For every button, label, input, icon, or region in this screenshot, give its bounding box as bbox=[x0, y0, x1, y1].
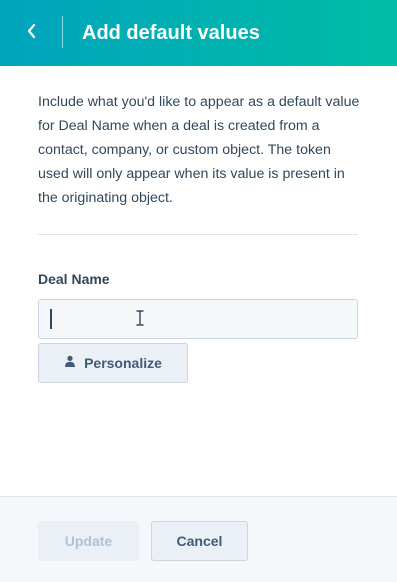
personalize-button[interactable]: Personalize bbox=[38, 343, 188, 383]
cancel-button[interactable]: Cancel bbox=[151, 521, 248, 561]
default-values-panel: Add default values Include what you'd li… bbox=[0, 0, 397, 582]
panel-footer: Update Cancel bbox=[0, 496, 397, 582]
section-divider bbox=[38, 234, 358, 235]
panel-title: Add default values bbox=[82, 22, 260, 44]
update-label: Update bbox=[64, 533, 113, 549]
panel-header: Add default values bbox=[0, 0, 397, 66]
deal-name-input[interactable] bbox=[38, 299, 358, 339]
personalize-label: Personalize bbox=[84, 355, 162, 371]
text-caret bbox=[50, 309, 52, 329]
cancel-label: Cancel bbox=[176, 533, 223, 549]
person-icon bbox=[64, 354, 76, 372]
chevron-left-icon bbox=[25, 22, 39, 45]
description-text: Include what you'd like to appear as a d… bbox=[38, 94, 360, 206]
back-button[interactable] bbox=[14, 16, 50, 50]
text-cursor-icon bbox=[136, 310, 144, 331]
header-divider bbox=[62, 16, 63, 48]
deal-name-label: Deal Name bbox=[38, 271, 110, 287]
update-button[interactable]: Update bbox=[38, 521, 139, 561]
